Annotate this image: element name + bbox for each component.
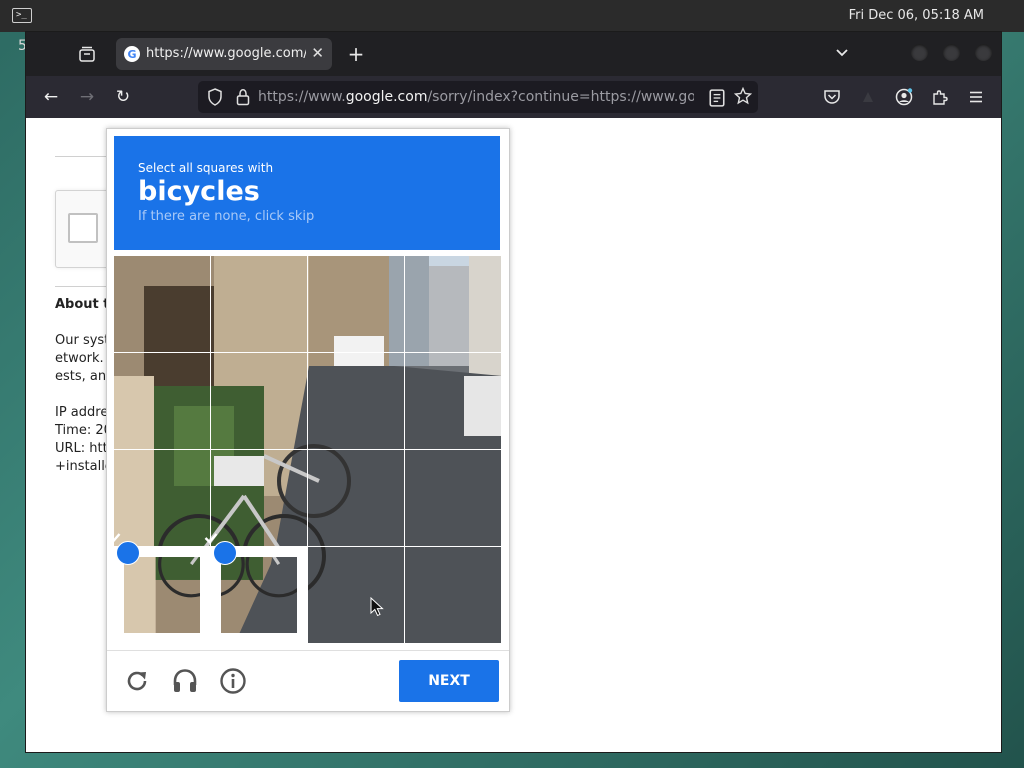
reader-view-icon[interactable] [708,89,726,107]
tile-photo [308,353,404,449]
back-arrow-icon[interactable]: ← [40,87,62,107]
tile-photo [405,547,501,643]
menu-hamburger-icon[interactable] [967,88,985,106]
tile-photo [124,557,200,633]
tile-selected-check-icon [204,533,237,565]
challenge-instruction: Select all squares with [138,161,274,175]
tab-active[interactable]: G https://www.google.com/s ✕ [116,38,332,70]
top-panel: >_ Fri Dec 06, 05:18 AM [0,0,1024,32]
info-line: +installe [55,459,113,474]
image-tile[interactable] [308,256,404,352]
image-tile[interactable] [114,533,210,643]
maximize-button[interactable] [943,44,960,61]
terminal-icon[interactable]: >_ [12,8,32,23]
next-button[interactable]: NEXT [399,660,499,702]
challenge-target-word: bicycles [138,176,260,207]
image-tile[interactable] [405,256,501,352]
close-window-button[interactable] [975,44,992,61]
tile-photo [211,256,307,352]
clock[interactable]: Fri Dec 06, 05:18 AM [849,8,984,24]
tile-photo [114,256,210,352]
info-icon[interactable] [219,667,247,695]
image-tile[interactable] [308,353,404,449]
page-content: About tl Our syst etwork. T ests, and IP… [26,118,1001,752]
info-line: IP addre [55,405,109,420]
tile-photo [211,450,307,546]
image-tile[interactable] [211,450,307,546]
pocket-icon[interactable] [823,88,841,106]
image-tile[interactable] [211,256,307,352]
tile-photo [405,450,501,546]
mouse-cursor-icon [370,597,384,617]
tile-photo [308,547,404,643]
tab-list-chevron-icon[interactable] [834,45,850,65]
tab-overview-icon[interactable] [76,44,98,64]
image-tile[interactable] [405,450,501,546]
address-bar[interactable]: https://www.google.com/sorry/index?conti… [198,81,758,113]
reload-challenge-icon[interactable] [123,667,151,695]
image-tile[interactable] [114,450,210,546]
image-tile[interactable] [114,256,210,352]
navigation-toolbar: ← → ↻ https://www.google.com/sorry/index… [26,76,1001,118]
tile-photo [405,256,501,352]
google-favicon-icon: G [124,46,140,62]
image-tile[interactable] [114,353,210,449]
tile-photo [308,256,404,352]
challenge-hint: If there are none, click skip [138,209,315,224]
tile-photo [114,353,210,449]
recaptcha-challenge-dialog: Select all squares with bicycles If ther… [106,128,510,712]
info-line: Time: 20 [55,423,112,438]
lock-icon[interactable] [234,88,252,106]
image-tile[interactable] [211,353,307,449]
reload-icon[interactable]: ↻ [112,87,134,107]
image-tile-grid [114,256,502,644]
recaptcha-checkbox[interactable] [68,213,98,243]
tile-photo [405,353,501,449]
image-tile[interactable] [405,547,501,643]
tile-selected-check-icon [114,533,140,565]
forward-arrow-icon[interactable]: → [76,87,98,107]
extension-disabled-icon [863,92,873,102]
image-tile[interactable] [308,450,404,546]
shield-icon[interactable] [206,88,224,106]
url-text[interactable]: https://www.google.com/sorry/index?conti… [258,89,694,106]
image-tile[interactable] [204,533,307,643]
audio-challenge-headphones-icon[interactable] [171,667,199,695]
challenge-footer: NEXT [107,650,509,712]
tile-photo [114,450,210,546]
image-tile[interactable] [308,547,404,643]
browser-window: G https://www.google.com/s ✕ + ← → ↻ htt… [26,32,1001,752]
tile-photo [308,450,404,546]
tab-bar: G https://www.google.com/s ✕ + [26,32,1001,76]
image-tile[interactable] [405,353,501,449]
tile-photo [211,353,307,449]
bookmark-star-icon[interactable] [734,87,752,105]
tab-close-icon[interactable]: ✕ [311,44,324,62]
account-icon[interactable] [895,88,913,106]
body-line: Our syst [55,333,110,348]
minimize-button[interactable] [911,44,928,61]
extensions-puzzle-icon[interactable] [931,88,949,106]
tile-photo [221,557,297,633]
new-tab-plus-icon[interactable]: + [346,42,366,66]
tab-title: https://www.google.com/s [146,46,306,61]
challenge-header: Select all squares with bicycles If ther… [114,136,500,250]
